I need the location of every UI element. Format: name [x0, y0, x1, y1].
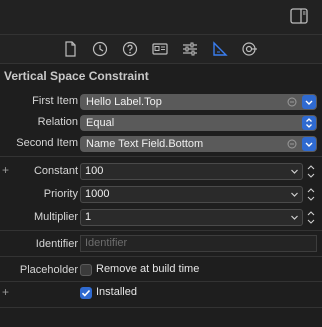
second-item-dropdown-button[interactable] — [302, 137, 316, 151]
constant-field[interactable]: 100 — [80, 163, 303, 180]
priority-field[interactable]: 1000 — [80, 186, 303, 203]
installed-label: Installed — [96, 286, 137, 298]
chevron-down-icon — [305, 142, 313, 147]
size-inspector-icon[interactable] — [211, 40, 229, 58]
chevron-down-icon[interactable] — [290, 213, 299, 222]
section-divider — [0, 281, 322, 282]
item-options-icon[interactable] — [287, 97, 297, 107]
chevron-down-icon — [305, 100, 313, 105]
remove-at-build-time-checkbox[interactable] — [80, 264, 92, 276]
multiplier-field[interactable]: 1 — [80, 209, 303, 226]
second-item-popup[interactable]: Name Text Field.Bottom — [80, 136, 317, 152]
first-item-popup[interactable]: Hello Label.Top — [80, 94, 317, 110]
section-divider — [0, 156, 322, 157]
chevron-down-icon[interactable] — [290, 167, 299, 176]
first-item-value: Hello Label.Top — [86, 96, 162, 108]
priority-stepper[interactable] — [306, 186, 316, 203]
history-inspector-icon[interactable] — [91, 40, 109, 58]
identifier-field[interactable]: Identifier — [80, 235, 317, 252]
multiplier-label: Multiplier — [33, 211, 78, 223]
identifier-placeholder: Identifier — [85, 237, 128, 249]
identifier-label: Identifier — [35, 238, 78, 250]
connections-inspector-icon[interactable] — [240, 40, 258, 58]
add-variation-icon[interactable]: + — [2, 163, 9, 177]
up-down-chevron-icon — [306, 118, 312, 128]
second-item-value: Name Text Field.Bottom — [86, 138, 204, 150]
quick-help-icon[interactable] — [121, 40, 139, 58]
multiplier-stepper[interactable] — [306, 209, 316, 226]
remove-at-build-time-label: Remove at build time — [96, 263, 200, 275]
checkmark-icon — [81, 289, 91, 297]
relation-value: Equal — [86, 117, 115, 129]
constant-label: Constant — [33, 165, 78, 177]
chevron-down-icon[interactable] — [290, 190, 299, 199]
first-item-label: First Item — [32, 95, 78, 107]
constant-value: 100 — [85, 165, 104, 177]
section-title: Vertical Space Constraint — [4, 69, 149, 83]
installed-checkbox[interactable] — [80, 287, 92, 299]
section-divider — [0, 256, 322, 257]
inspector-toggle-icon[interactable] — [290, 8, 308, 24]
first-item-dropdown-button[interactable] — [302, 95, 316, 109]
relation-dropdown-button[interactable] — [302, 116, 316, 130]
inspector-header — [0, 0, 322, 35]
identity-inspector-icon[interactable] — [151, 40, 169, 58]
second-item-label: Second Item — [16, 137, 78, 149]
attributes-inspector-icon[interactable] — [181, 40, 199, 58]
relation-popup[interactable]: Equal — [80, 115, 317, 131]
placeholder-label: Placeholder — [19, 264, 78, 276]
item-options-icon[interactable] — [287, 139, 297, 149]
relation-label: Relation — [37, 116, 78, 128]
section-divider — [0, 230, 322, 231]
inspector-tab-bar — [0, 35, 322, 64]
priority-label: Priority — [43, 188, 78, 200]
constant-stepper[interactable] — [306, 163, 316, 180]
section-divider — [0, 307, 322, 308]
multiplier-value: 1 — [85, 211, 92, 223]
file-inspector-icon[interactable] — [61, 40, 79, 58]
priority-value: 1000 — [85, 188, 110, 200]
add-variation-icon[interactable]: + — [2, 285, 9, 299]
